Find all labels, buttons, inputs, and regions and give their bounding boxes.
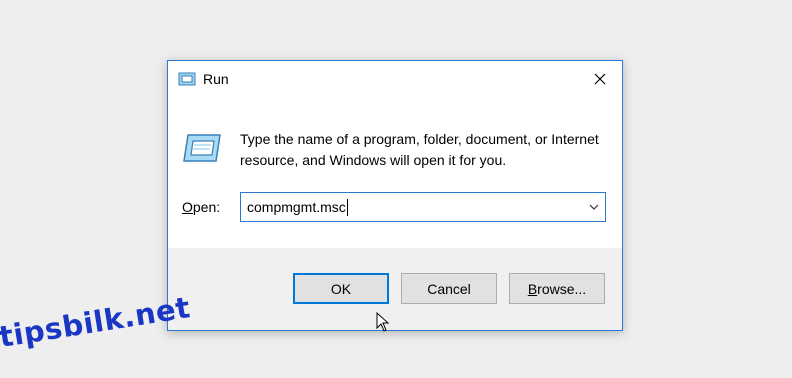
open-combobox[interactable]: compmgmt.msc xyxy=(240,192,606,222)
text-caret xyxy=(346,198,348,216)
watermark: tipsbilk.net xyxy=(0,290,193,354)
browse-label: rowse... xyxy=(537,280,587,297)
close-icon xyxy=(594,73,605,85)
run-description: Type the name of a program, folder, docu… xyxy=(240,131,599,168)
open-label: Open: xyxy=(182,199,220,215)
open-label-mnemonic: O xyxy=(182,199,193,215)
open-input[interactable]: compmgmt.msc xyxy=(247,193,348,221)
run-icon xyxy=(178,72,196,86)
run-icon xyxy=(182,133,222,163)
ok-button[interactable]: OK xyxy=(293,273,389,304)
button-bar: OK Cancel Browse... xyxy=(168,248,622,330)
browse-button[interactable]: Browse... xyxy=(509,273,605,304)
run-dialog: Run Type the name of a program, folder, … xyxy=(167,60,623,331)
open-label-text: pen: xyxy=(192,199,221,215)
close-button[interactable] xyxy=(577,61,622,97)
dropdown-button[interactable] xyxy=(583,193,605,221)
window-title: Run xyxy=(203,71,229,87)
chevron-down-icon xyxy=(589,204,599,210)
title-bar[interactable]: Run xyxy=(168,61,622,97)
mouse-pointer-icon xyxy=(376,311,390,332)
open-input-value: compmgmt.msc xyxy=(247,199,346,215)
cancel-button[interactable]: Cancel xyxy=(401,273,497,304)
browse-mnemonic: B xyxy=(527,280,538,297)
